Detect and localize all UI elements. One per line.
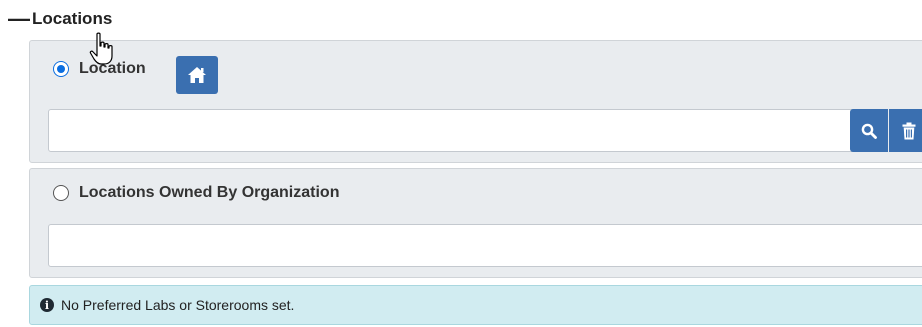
alert-message: No Preferred Labs or Storerooms set. xyxy=(61,297,295,313)
home-icon xyxy=(188,67,206,83)
location-radio[interactable] xyxy=(53,61,69,77)
section-title[interactable]: Locations xyxy=(32,9,112,29)
organization-radio-row[interactable]: Locations Owned By Organization xyxy=(53,184,339,202)
organization-radio[interactable] xyxy=(53,185,69,201)
info-alert: i No Preferred Labs or Storerooms set. xyxy=(29,285,922,325)
info-circle-icon: i xyxy=(40,298,54,312)
organization-input[interactable] xyxy=(48,224,922,267)
trash-icon xyxy=(902,122,916,139)
home-button[interactable] xyxy=(176,56,218,94)
delete-button[interactable] xyxy=(889,109,922,152)
organization-panel: Locations Owned By Organization xyxy=(29,168,922,278)
locations-section-header[interactable]: — Locations xyxy=(8,6,112,32)
hand-pointer-cursor-icon xyxy=(89,32,113,65)
search-icon xyxy=(861,123,877,139)
search-button[interactable] xyxy=(850,109,888,152)
organization-radio-label[interactable]: Locations Owned By Organization xyxy=(79,184,339,202)
location-panel: Location xyxy=(29,40,922,163)
location-input[interactable] xyxy=(48,109,868,152)
collapse-toggle-icon[interactable]: — xyxy=(8,8,30,30)
